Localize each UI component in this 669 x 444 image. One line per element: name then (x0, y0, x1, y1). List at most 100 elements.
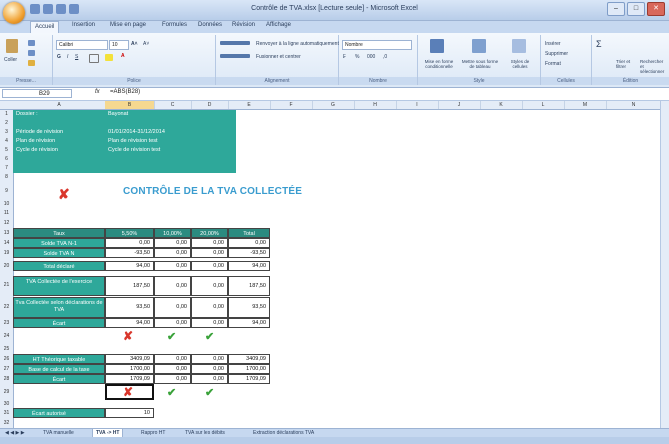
table-cell[interactable]: 0,00 (154, 318, 191, 328)
thousands-icon[interactable]: 000 (367, 54, 375, 60)
copy-icon[interactable] (28, 50, 35, 56)
tab-accueil[interactable]: Accueil (30, 21, 60, 33)
wrap-text-button[interactable]: Renvoyer à la ligne automatiquement (256, 41, 339, 47)
plan-value[interactable]: Plan de révision test (108, 137, 158, 146)
bold-button[interactable]: G (57, 54, 61, 60)
table-cell[interactable]: 0,00 (154, 354, 191, 364)
format-button[interactable]: Format (545, 61, 561, 67)
column-header-a[interactable]: A (13, 101, 106, 109)
column-header-m[interactable]: M (564, 101, 607, 109)
table-cell[interactable]: 3409,09 (228, 354, 270, 364)
table-cell[interactable]: -93,50 (228, 248, 270, 258)
row-header[interactable]: 20 (0, 258, 14, 274)
sheet-tab-tva-manuelle[interactable]: TVA manuelle (40, 429, 77, 437)
format-table-icon[interactable] (472, 39, 486, 53)
row-header[interactable]: 19 (0, 248, 14, 258)
name-box[interactable]: B29 (2, 89, 72, 98)
table-cell[interactable]: 93,50 (105, 297, 154, 318)
row-header[interactable]: 13 (0, 228, 14, 238)
row-header[interactable]: 2 (0, 119, 14, 128)
table-cell[interactable]: 0,00 (228, 238, 270, 248)
row-header[interactable]: 29 (0, 384, 14, 400)
column-header-h[interactable]: H (354, 101, 397, 109)
percent-icon[interactable]: % (355, 54, 359, 60)
tab-mise-en-page[interactable]: Mise en page (110, 22, 146, 28)
dossier-value[interactable]: Bayonat (108, 110, 128, 119)
row-header[interactable]: 12 (0, 218, 14, 228)
fill-color-icon[interactable] (105, 54, 113, 61)
font-size-select[interactable]: 10 (109, 40, 129, 50)
close-button[interactable]: ✕ (647, 2, 665, 16)
row-header[interactable]: 4 (0, 137, 14, 146)
cut-icon[interactable] (28, 40, 35, 46)
row-header[interactable]: 5 (0, 146, 14, 155)
table-cell[interactable]: 0,00 (191, 354, 228, 364)
row-header[interactable]: 28 (0, 374, 14, 384)
column-header-b[interactable]: B (105, 101, 155, 109)
table-cell[interactable]: 0,00 (191, 318, 228, 328)
format-table-button[interactable]: Mettre sous forme de tableau (460, 59, 500, 69)
conditional-format-button[interactable]: Mise en forme conditionnelle (420, 59, 458, 69)
row-header[interactable]: 24 (0, 328, 14, 344)
row-header[interactable]: 30 (0, 400, 14, 408)
column-header-g[interactable]: G (312, 101, 355, 109)
table-cell[interactable]: 0,00 (191, 297, 228, 318)
table-cell[interactable]: 0,00 (154, 276, 191, 296)
table-cell[interactable]: 0,00 (105, 238, 154, 248)
insert-button[interactable]: Insérer (545, 41, 561, 47)
formula-input[interactable]: =ABS(B28) (110, 89, 140, 95)
align-left-icon[interactable] (220, 54, 250, 58)
cycle-value[interactable]: Cycle de révision test (108, 146, 160, 155)
font-color-icon[interactable]: A (121, 53, 125, 59)
periode-value[interactable]: 01/01/2014-31/12/2014 (108, 128, 165, 137)
table-cell[interactable]: 0,00 (154, 238, 191, 248)
row-header[interactable]: 23 (0, 318, 14, 328)
table-cell[interactable]: -93,50 (105, 248, 154, 258)
cell-styles-icon[interactable] (512, 39, 526, 53)
row-header[interactable]: 32 (0, 418, 14, 428)
column-header-e[interactable]: E (228, 101, 271, 109)
tab-insertion[interactable]: Insertion (72, 22, 95, 28)
delete-button[interactable]: Supprimer (545, 51, 568, 57)
row-header[interactable]: 14 (0, 238, 14, 248)
table-cell[interactable]: 0,00 (191, 364, 228, 374)
table-cell[interactable]: 94,00 (105, 261, 154, 271)
table-cell[interactable]: 94,00 (228, 318, 270, 328)
row-header[interactable]: 27 (0, 364, 14, 374)
column-header-j[interactable]: J (438, 101, 481, 109)
table-cell[interactable]: 0,00 (191, 248, 228, 258)
column-header-i[interactable]: I (396, 101, 439, 109)
tolerance-input[interactable]: 10 (105, 408, 154, 418)
shrink-font-icon[interactable]: A˅ (143, 41, 149, 47)
row-header[interactable]: 6 (0, 155, 14, 164)
paste-icon[interactable] (6, 39, 18, 53)
row-header[interactable]: 21 (0, 274, 14, 296)
table-cell[interactable]: 187,50 (105, 276, 154, 296)
merge-center-button[interactable]: Fusionner et centrer (256, 54, 301, 60)
currency-icon[interactable]: ₣ (343, 54, 346, 60)
tab-affichage[interactable]: Affichage (266, 22, 291, 28)
find-select-button[interactable]: Rechercher et sélectionner (640, 59, 668, 74)
table-cell[interactable]: 93,50 (228, 297, 270, 318)
sheet-tab-rappro-ht[interactable]: Rappro HT (138, 429, 168, 437)
row-header[interactable]: 1 (0, 110, 14, 119)
column-header-l[interactable]: L (522, 101, 565, 109)
table-cell[interactable]: 0,00 (154, 297, 191, 318)
table-cell[interactable]: 94,00 (228, 261, 270, 271)
row-header[interactable]: 3 (0, 128, 14, 137)
tab-revision[interactable]: Révision (232, 22, 255, 28)
row-header[interactable]: 31 (0, 408, 14, 418)
table-cell[interactable]: 187,50 (228, 276, 270, 296)
table-cell[interactable]: 94,00 (105, 318, 154, 328)
grow-font-icon[interactable]: A˄ (131, 41, 138, 47)
font-name-select[interactable]: Calibri (56, 40, 108, 50)
vertical-scrollbar[interactable] (660, 101, 669, 428)
number-format-select[interactable]: Nombre (342, 40, 412, 50)
row-header[interactable]: 7 (0, 164, 14, 173)
sheet-nav-icon[interactable]: ◀ ◀ ▶ ▶ (2, 429, 28, 437)
column-header-f[interactable]: F (270, 101, 313, 109)
table-cell[interactable]: 0,00 (154, 248, 191, 258)
table-cell[interactable]: 0,00 (191, 261, 228, 271)
table-cell[interactable]: 3409,09 (105, 354, 154, 364)
sheet-tab-tva-debits[interactable]: TVA sur les débits (182, 429, 228, 437)
